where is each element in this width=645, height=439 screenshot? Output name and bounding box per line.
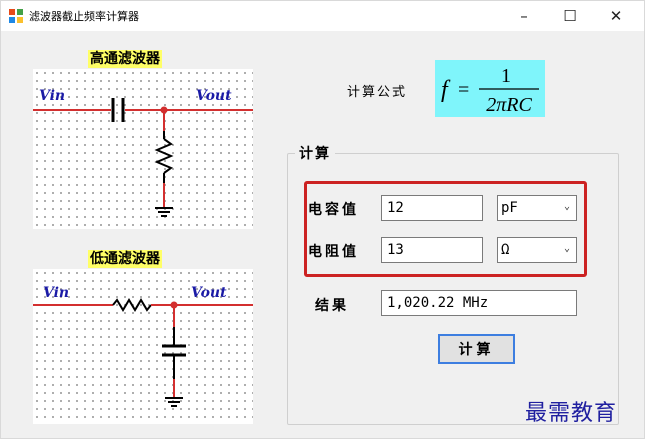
minimize-button[interactable]: – [501,1,547,31]
low-pass-vin-label: Vin [43,285,69,301]
resistance-input[interactable] [381,237,483,263]
resistor-zigzag [112,298,152,312]
formula-denominator: 2πRC [486,94,532,116]
high-pass-circuit-diagram: Vin Vout [33,69,253,229]
high-pass-heading: 高通滤波器 [88,50,162,68]
window-title: 滤波器截止频率计算器 [29,10,139,23]
formula-numerator: 1 [501,65,511,87]
low-pass-heading: 低通滤波器 [88,250,162,268]
result-field[interactable] [381,290,577,316]
formula-lhs: f [441,77,451,103]
chevron-down-icon: ⌄ [563,201,570,212]
calculate-button[interactable]: 计算 [438,334,515,364]
capacitance-label: 电容值 [308,202,359,218]
watermark-text: 最需教育 [525,401,618,426]
resistance-label: 电阻值 [308,244,359,260]
capacitance-unit-value: pF [501,200,518,216]
title-bar[interactable]: 滤波器截止频率计算器 – ☐ ✕ [1,1,644,31]
resistance-unit-select[interactable]: Ω ⌄ [497,237,577,263]
formula-label: 计算公式 [347,85,408,100]
capacitance-input[interactable] [381,195,483,221]
formula-box: f = 1 2πRC [435,60,545,117]
close-button[interactable]: ✕ [593,1,639,31]
app-icon [9,9,23,23]
maximize-button[interactable]: ☐ [547,1,593,31]
capacitance-unit-select[interactable]: pF ⌄ [497,195,577,221]
low-pass-circuit-diagram: Vin Vout [33,269,253,424]
resistance-unit-value: Ω [501,242,510,258]
formula-equals: = [458,79,469,101]
calc-group-legend: 计算 [295,143,335,163]
chevron-down-icon: ⌄ [563,243,570,254]
result-label: 结果 [315,298,349,314]
low-pass-vout-label: Vout [191,285,227,301]
app-window: 滤波器截止频率计算器 – ☐ ✕ 高通滤波器 Vin Vout 低通滤波器 Vi… [0,0,645,439]
high-pass-vout-label: Vout [196,88,232,104]
high-pass-vin-label: Vin [39,88,65,104]
resistor-zigzag [154,138,174,174]
